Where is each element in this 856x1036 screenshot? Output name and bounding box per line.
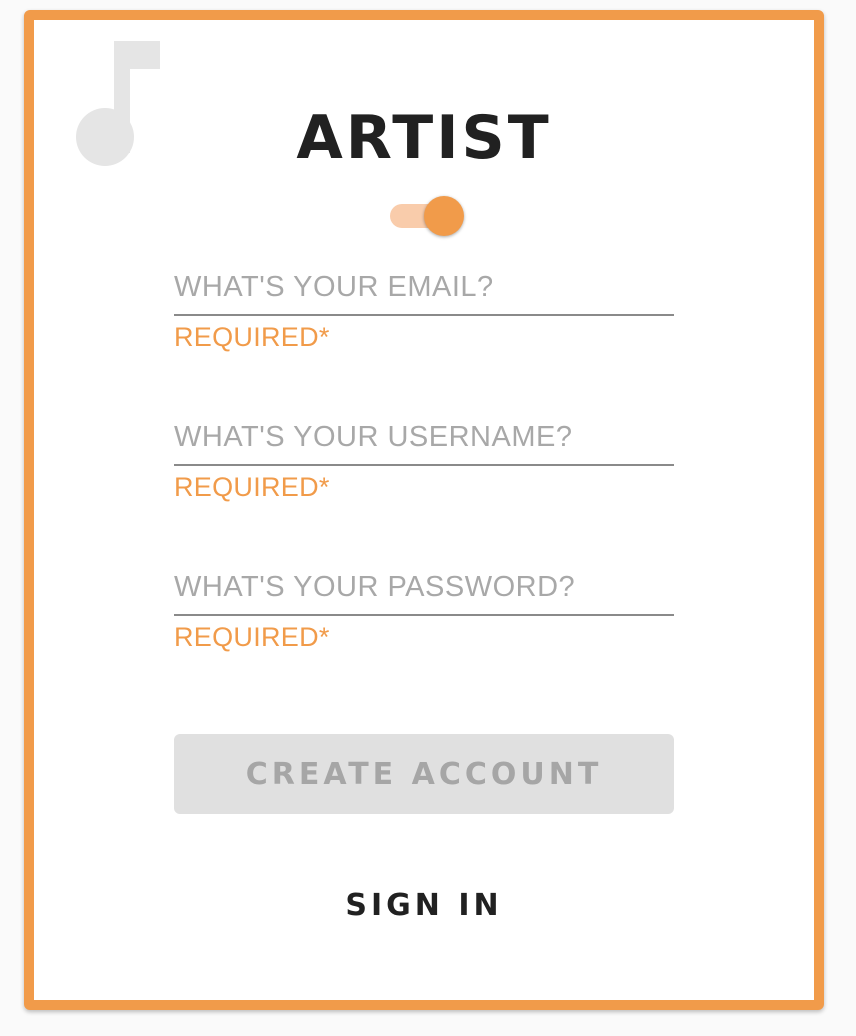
email-required-hint: REQUIRED* [174, 322, 330, 352]
username-field[interactable] [174, 414, 674, 466]
page-title: ARTIST [296, 103, 552, 173]
artist-role-toggle[interactable] [390, 196, 470, 236]
password-required-hint: REQUIRED* [174, 622, 330, 652]
username-field-group: REQUIRED* [174, 414, 674, 503]
email-field-group: REQUIRED* [174, 264, 674, 353]
password-field-group: REQUIRED* [174, 564, 674, 653]
create-account-button[interactable]: CREATE ACCOUNT [174, 734, 674, 814]
sign-in-button[interactable]: SIGN IN [294, 870, 554, 940]
email-field[interactable] [174, 264, 674, 316]
toggle-thumb[interactable] [424, 196, 464, 236]
signup-card: ARTIST REQUIRED* REQUIRED* REQUIRED* CRE… [24, 10, 824, 1010]
username-required-hint: REQUIRED* [174, 472, 330, 502]
password-field[interactable] [174, 564, 674, 616]
